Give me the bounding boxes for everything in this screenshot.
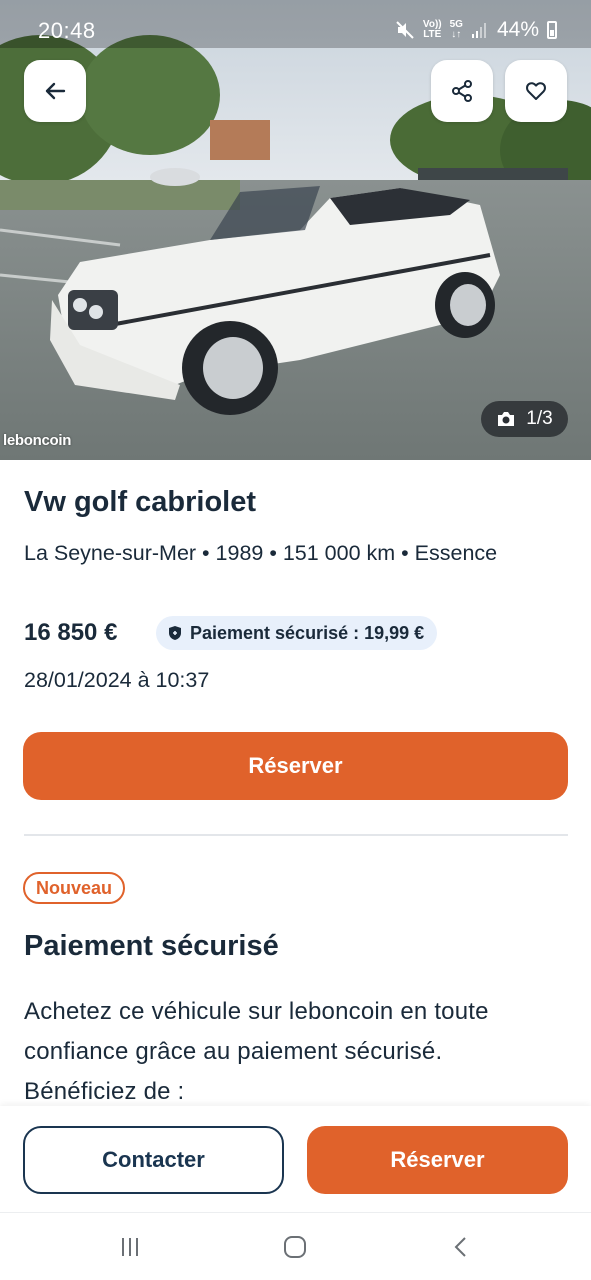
new-badge: Nouveau <box>23 872 126 904</box>
status-bar: 20:48 Vo)) LTE 5G ↓↑ 44% <box>0 0 591 50</box>
back-button[interactable] <box>24 60 86 122</box>
share-button[interactable] <box>431 60 493 122</box>
listing-title: Vw golf cabriolet <box>24 486 257 518</box>
battery-percent: 44% <box>496 18 539 41</box>
price-row: 16 850 € Paiement sécurisé : 19,99 € <box>24 616 438 650</box>
system-nav-bar <box>0 1212 591 1280</box>
status-icons: Vo)) LTE 5G ↓↑ 44% <box>395 18 557 42</box>
photo-counter[interactable]: 1/3 <box>481 401 568 437</box>
shield-icon <box>169 626 181 640</box>
section-divider <box>24 834 568 836</box>
recent-apps-icon <box>122 1238 138 1256</box>
photo-counter-text: 1/3 <box>526 408 553 429</box>
bottom-action-bar: Contacter Réserver <box>0 1106 591 1212</box>
secure-payment-title: Paiement sécurisé <box>24 930 279 962</box>
secure-payment-badge-text: Paiement sécurisé : 19,99 € <box>190 622 425 643</box>
home-button[interactable] <box>275 1231 315 1263</box>
recent-apps-button[interactable] <box>110 1231 150 1263</box>
mute-icon <box>396 21 414 39</box>
favorite-button[interactable] <box>505 60 567 122</box>
listing-photo[interactable]: 20:48 Vo)) LTE 5G ↓↑ 44% leboncoin 1/3 <box>0 0 591 460</box>
leboncoin-watermark: leboncoin <box>3 432 72 449</box>
secure-payment-badge: Paiement sécurisé : 19,99 € <box>156 616 438 650</box>
back-arrow-icon <box>45 82 66 100</box>
network-gen-indicator: 5G ↓↑ <box>449 19 463 40</box>
reserve-bottom-button[interactable]: Réserver <box>307 1126 568 1194</box>
signal-icon <box>471 23 486 38</box>
contact-button[interactable]: Contacter <box>23 1126 284 1194</box>
listing-meta: La Seyne-sur-Mer • 1989 • 151 000 km • E… <box>24 541 498 565</box>
secure-payment-description: Achetez ce véhicule sur leboncoin en tou… <box>24 998 489 1105</box>
car-photo-illustration <box>0 0 591 460</box>
heart-icon <box>526 82 546 100</box>
system-back-button[interactable] <box>441 1231 481 1263</box>
volte-indicator: Vo)) LTE <box>422 19 442 40</box>
listing-price: 16 850 € <box>24 619 118 646</box>
listing-date: 28/01/2024 à 10:37 <box>24 668 210 692</box>
back-nav-icon <box>454 1237 466 1257</box>
reserve-button[interactable]: Réserver <box>23 732 568 800</box>
home-icon <box>284 1236 306 1258</box>
share-icon <box>452 80 472 102</box>
status-time: 20:48 <box>38 18 96 43</box>
camera-icon <box>498 412 515 426</box>
battery-icon <box>547 21 557 39</box>
